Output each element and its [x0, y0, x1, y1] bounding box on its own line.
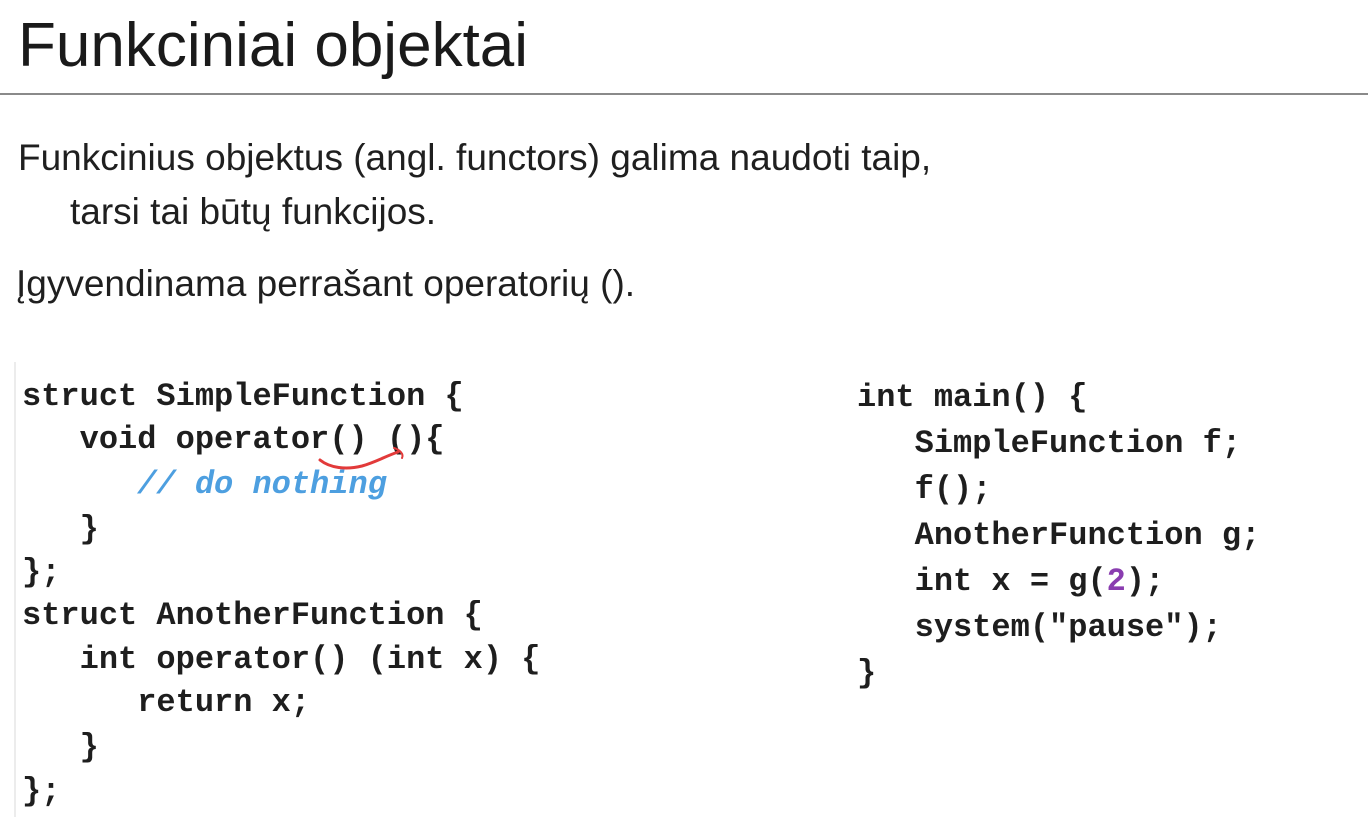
code-left-line-4: } [22, 511, 99, 548]
code-left-line-7: int operator() (int x) { [22, 641, 541, 678]
code-left-line-6: struct AnotherFunction { [22, 597, 483, 634]
code-left-line-1: struct SimpleFunction { [22, 378, 464, 415]
number-literal: 2 [1106, 563, 1126, 600]
slide: Funkciniai objektai Funkcinius objektus … [0, 0, 1368, 830]
code-block-edge [14, 362, 16, 817]
code-right-line-1: int main() { [857, 379, 1088, 416]
code-left-line-8: return x; [22, 684, 311, 721]
paragraph-2: Įgyvendinama perrašant operatorių (). [16, 263, 636, 304]
slide-title: Funkciniai objektai [18, 11, 529, 80]
code-right-line-5-suffix: ); [1125, 563, 1165, 600]
code-right-line-6: system("pause"); [857, 609, 1222, 646]
title-divider [0, 93, 1368, 95]
paragraph-1-line-2: tarsi tai būtų funkcijos. [70, 191, 437, 232]
paragraph-1-line-1: Funkcinius objektus (angl. functors) gal… [18, 137, 932, 178]
code-left-line-9: } [22, 729, 99, 766]
code-right-line-5-prefix: int x = g( [857, 563, 1107, 600]
code-right-line-5: int x = g(2); [857, 562, 1165, 602]
code-right-line-7: } [857, 655, 877, 692]
ink-annotation-stroke [318, 447, 404, 470]
code-left-line-10: }; [22, 773, 61, 810]
code-right-line-3: f(); [857, 471, 992, 508]
code-right-line-2: SimpleFunction f; [857, 425, 1242, 462]
code-right-line-4: AnotherFunction g; [857, 517, 1261, 554]
code-left-line-5: }; [22, 554, 61, 591]
